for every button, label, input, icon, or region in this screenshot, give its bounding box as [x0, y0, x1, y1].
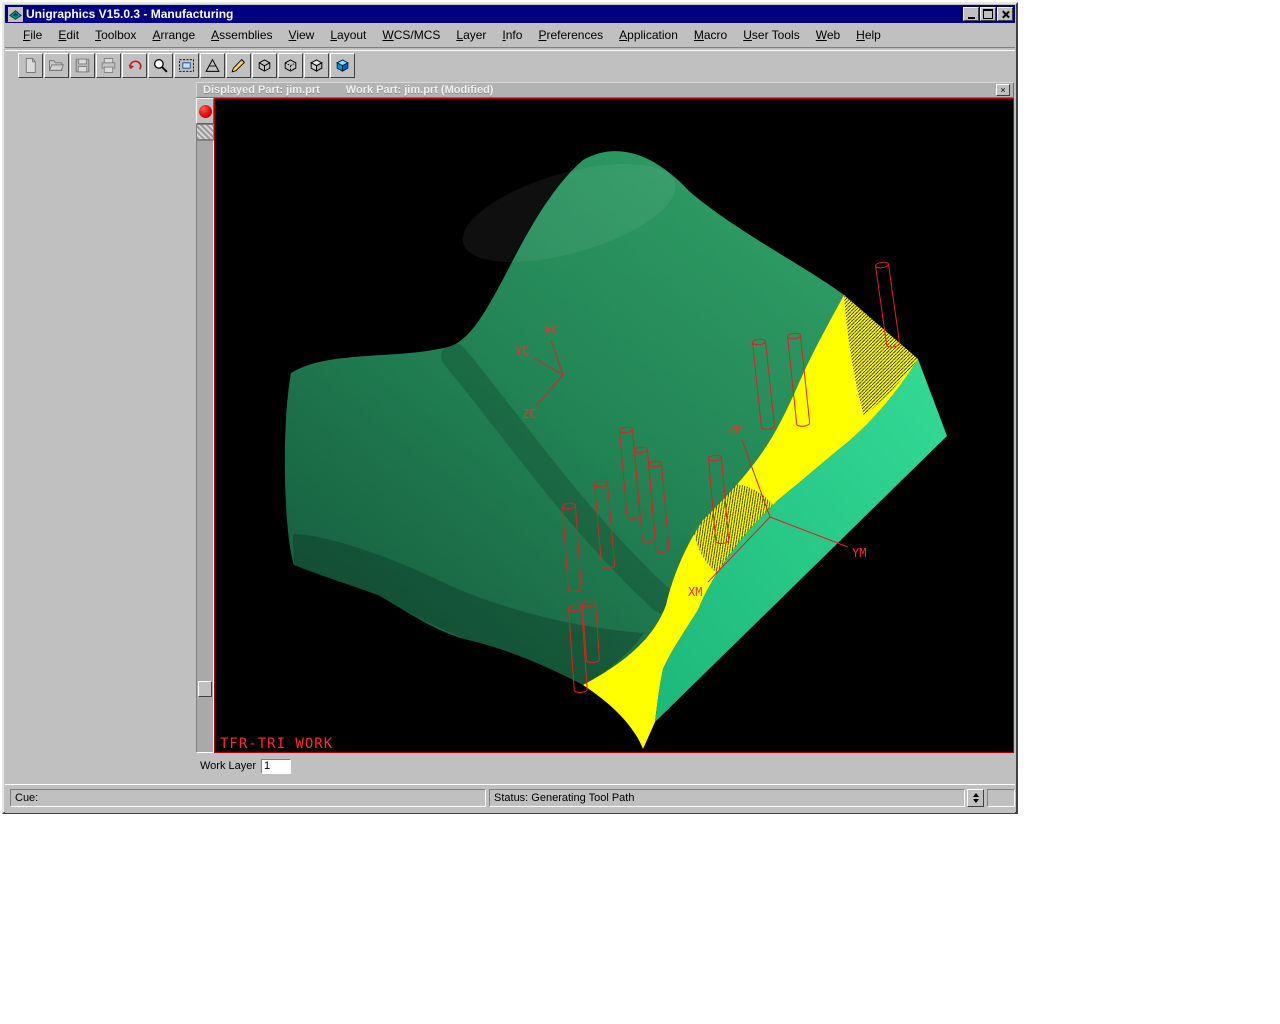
scroll-down-icon: [973, 799, 979, 803]
menu-item-edit[interactable]: Edit: [50, 25, 87, 45]
status-text: Status: Generating Tool Path: [494, 792, 634, 804]
displayed-part-label: Displayed Part: jim.prt: [203, 84, 320, 96]
strip-grip: [196, 124, 214, 140]
scroll-up-icon: [973, 793, 979, 797]
menu-item-file[interactable]: File: [15, 25, 50, 45]
strip-scrollbar-thumb[interactable]: [198, 681, 212, 697]
toolbar-measure-button[interactable]: [200, 53, 225, 78]
mcs-zm-label: ZM: [728, 423, 742, 437]
hidden-line-view-icon: [282, 57, 299, 74]
menu-item-assemblies[interactable]: Assemblies: [203, 25, 280, 45]
viewport-3d[interactable]: XC YC ZC ZM YM XM TFR-TRI WORK: [214, 98, 1014, 753]
window-title: Unigraphics V15.0.3 - Manufacturing: [26, 7, 963, 21]
menu-item-macro[interactable]: Macro: [686, 25, 735, 45]
window-controls: [963, 7, 1013, 21]
maximize-button[interactable]: [980, 7, 996, 21]
solid-view-icon: [308, 57, 325, 74]
graphics-window: Displayed Part: jim.prt Work Part: jim.p…: [196, 82, 1014, 753]
menu-item-view[interactable]: View: [281, 25, 323, 45]
maximize-icon: [983, 9, 993, 19]
shaded-view-icon: [334, 57, 351, 74]
toolbar-fit-view-button[interactable]: [174, 53, 199, 78]
close-button[interactable]: [997, 7, 1013, 21]
zoom-icon: [152, 57, 169, 74]
menu-item-info[interactable]: Info: [494, 25, 530, 45]
titlebar[interactable]: Unigraphics V15.0.3 - Manufacturing: [5, 5, 1015, 23]
print-icon: [100, 57, 117, 74]
menu-item-toolbox[interactable]: Toolbox: [87, 25, 144, 45]
undo-icon: [126, 57, 143, 74]
cue-field: Cue:: [10, 789, 486, 807]
status-scroll-control[interactable]: [967, 789, 984, 807]
open-icon: [48, 57, 65, 74]
drafting-icon: [230, 57, 247, 74]
menubar: FileEditToolboxArrangeAssembliesViewLayo…: [5, 23, 1015, 47]
minimize-icon: [968, 17, 975, 19]
work-layer-row: Work Layer: [200, 756, 291, 776]
menu-item-user-tools[interactable]: User Tools: [735, 25, 807, 45]
view-annotation: TFR-TRI WORK: [220, 736, 333, 752]
work-layer-input[interactable]: [261, 759, 291, 774]
toolbar-new-button[interactable]: [18, 53, 43, 78]
menu-item-web[interactable]: Web: [808, 25, 848, 45]
mcs-ym-label: YM: [852, 546, 866, 560]
wcs-xc-label: XC: [544, 323, 558, 337]
menu-item-preferences[interactable]: Preferences: [530, 25, 611, 45]
status-field: Status: Generating Tool Path: [489, 789, 965, 807]
wcs-zc-label: ZC: [522, 407, 536, 421]
toolbar: [5, 50, 1015, 80]
cue-label: Cue:: [15, 792, 38, 804]
work-layer-label: Work Layer: [200, 760, 256, 772]
interrupt-button[interactable]: [196, 98, 214, 124]
wireframe-view-icon: [256, 57, 273, 74]
close-icon: [1001, 10, 1010, 19]
menu-item-arrange[interactable]: Arrange: [144, 25, 203, 45]
new-icon: [22, 57, 39, 74]
toolbar-wireframe-view-button[interactable]: [252, 53, 277, 78]
measure-icon: [204, 57, 221, 74]
graphics-close-button[interactable]: ×: [996, 84, 1010, 96]
toolbar-save-button[interactable]: [70, 53, 95, 78]
strip-scrollbar[interactable]: [196, 140, 214, 753]
menu-item-wcs-mcs[interactable]: WCS/MCS: [374, 25, 448, 45]
interrupt-strip: [196, 98, 214, 753]
stop-light-icon: [199, 105, 212, 118]
work-part-label: Work Part: jim.prt (Modified): [346, 84, 494, 96]
toolbar-drafting-button[interactable]: [226, 53, 251, 78]
toolbar-solid-view-button[interactable]: [304, 53, 329, 78]
toolbar-print-button[interactable]: [96, 53, 121, 78]
app-window: Unigraphics V15.0.3 - Manufacturing File…: [2, 2, 1018, 814]
save-icon: [74, 57, 91, 74]
app-logo-icon: [8, 7, 23, 22]
toolbar-undo-button[interactable]: [122, 53, 147, 78]
wcs-yc-label: YC: [515, 344, 529, 358]
menu-item-layer[interactable]: Layer: [448, 25, 494, 45]
status-bar: Cue: Status: Generating Tool Path: [5, 784, 1015, 813]
toolbar-shaded-view-button[interactable]: [330, 53, 355, 78]
toolbar-open-button[interactable]: [44, 53, 69, 78]
menu-item-application[interactable]: Application: [611, 25, 686, 45]
graphics-header[interactable]: Displayed Part: jim.prt Work Part: jim.p…: [196, 82, 1014, 98]
status-filler: [987, 789, 1015, 807]
toolbar-hidden-line-view-button[interactable]: [278, 53, 303, 78]
minimize-button[interactable]: [963, 7, 979, 21]
menu-item-layout[interactable]: Layout: [322, 25, 374, 45]
toolbar-zoom-button[interactable]: [148, 53, 173, 78]
graphics-body: XC YC ZC ZM YM XM TFR-TRI WORK: [196, 98, 1014, 753]
menu-item-help[interactable]: Help: [848, 25, 889, 45]
mcs-xm-label: XM: [688, 585, 702, 599]
fit-view-icon: [178, 57, 195, 74]
